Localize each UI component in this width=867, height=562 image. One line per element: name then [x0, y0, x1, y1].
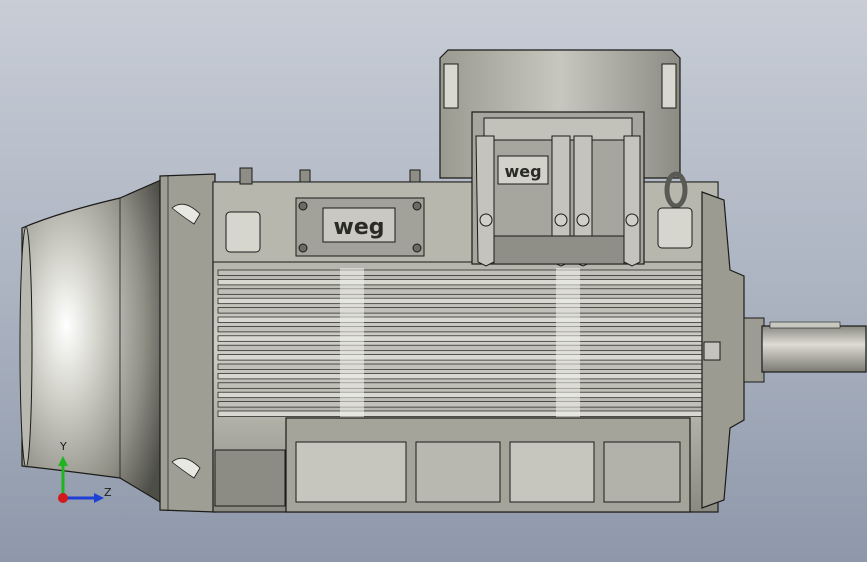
cooling-fin	[217, 382, 703, 389]
cooling-fin	[217, 373, 703, 380]
motor-shaft	[743, 317, 867, 383]
terminal-box: weg	[439, 49, 681, 267]
cad-viewport[interactable]: weg weg Y Z	[0, 0, 867, 562]
drive-end-bracket	[701, 191, 745, 509]
fin-highlight	[556, 268, 580, 418]
z-axis-label: Z	[104, 486, 112, 499]
cooling-fin	[217, 335, 703, 342]
terminal-box-brand: weg	[504, 162, 541, 181]
coordinate-triad: Y Z	[44, 436, 124, 516]
cooling-fin	[217, 391, 703, 399]
axis-arrows	[58, 456, 104, 503]
cooling-fin	[217, 326, 703, 333]
fin-highlight	[340, 268, 364, 418]
motor-model[interactable]: weg weg	[0, 0, 867, 562]
cooling-fin	[217, 307, 703, 314]
cooling-fin	[217, 401, 703, 408]
cooling-fin	[217, 344, 703, 352]
cooling-fin	[217, 288, 703, 295]
cooling-fin	[217, 279, 703, 286]
cooling-fin	[217, 410, 703, 417]
cooling-fin	[217, 316, 703, 323]
y-axis-label: Y	[60, 440, 67, 453]
nameplate: weg	[295, 197, 425, 257]
cooling-fin	[217, 297, 703, 305]
cooling-fin	[217, 363, 703, 370]
cooling-fin	[217, 269, 703, 276]
x-axis-dot	[58, 493, 68, 503]
nameplate-brand: weg	[334, 215, 385, 240]
cooling-fin	[217, 354, 703, 361]
